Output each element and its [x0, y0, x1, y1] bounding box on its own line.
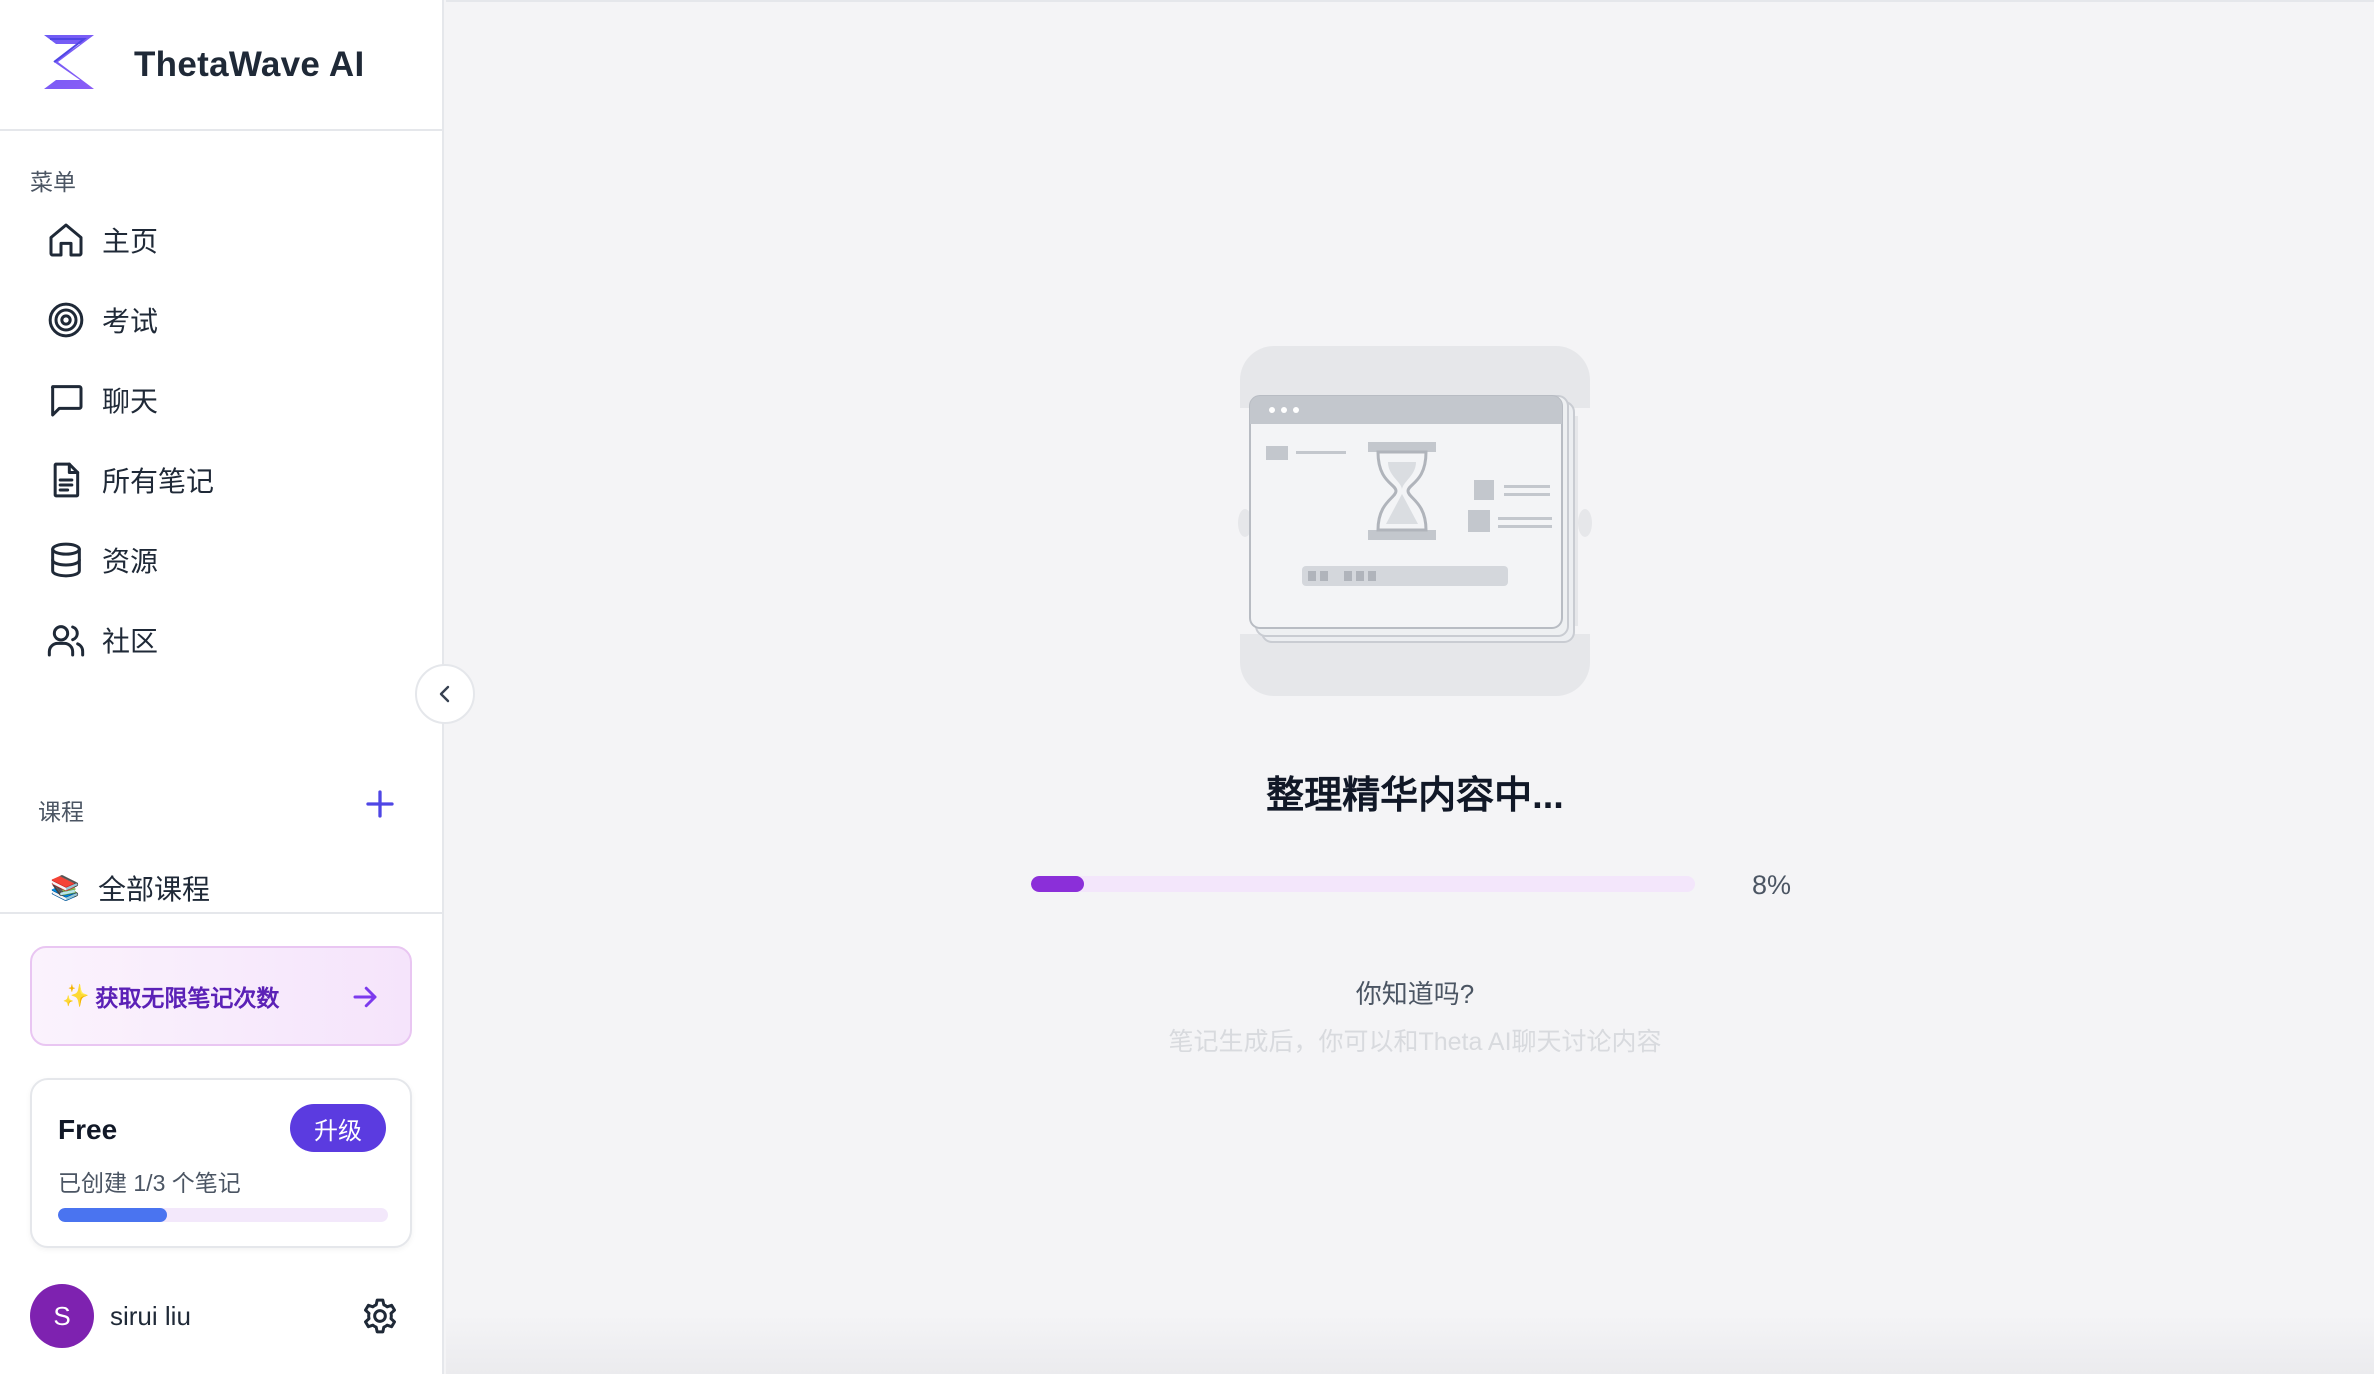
- sidebar-item-label: 资源: [102, 546, 159, 577]
- users-icon: [47, 625, 85, 657]
- sidebar-item-resources[interactable]: 资源: [26, 520, 416, 600]
- course-item-label: 全部课程: [98, 874, 211, 905]
- sidebar-item-label: 聊天: [102, 386, 159, 417]
- upgrade-button[interactable]: 升级: [290, 1104, 386, 1152]
- gear-icon: [364, 1298, 396, 1334]
- tip-text: 笔记生成后，你可以和Theta AI聊天讨论内容: [1168, 1028, 1662, 1056]
- sidebar-item-label: 主页: [102, 226, 159, 257]
- processing-illustration: [1238, 344, 1592, 698]
- sidebar-item-community[interactable]: 社区: [26, 600, 416, 680]
- thetawave-logo-icon[interactable]: [36, 29, 102, 100]
- sidebar-item-label: 社区: [102, 626, 159, 657]
- user-profile[interactable]: S sirui liu: [30, 1284, 400, 1348]
- brand-name: ThetaWave AI: [134, 44, 365, 84]
- books-icon: 📚: [50, 874, 80, 902]
- plan-usage-text: 已创建 1/3 个笔记: [58, 1170, 241, 1196]
- collapse-sidebar-button[interactable]: [415, 664, 475, 724]
- sidebar-divider: [0, 912, 442, 914]
- document-icon: [53, 462, 80, 498]
- promo-label: 获取无限笔记次数: [95, 985, 280, 1011]
- progress-bar: [1031, 876, 1695, 892]
- plus-icon: [366, 790, 394, 818]
- sidebar-item-exam[interactable]: 考试: [26, 280, 416, 360]
- tip-title: 你知道吗?: [1355, 979, 1475, 1009]
- sidebar-item-home[interactable]: 主页: [26, 200, 416, 280]
- courses-section-label: 课程: [38, 799, 84, 825]
- plan-usage-bar-fill: [58, 1208, 167, 1222]
- menu-section-label: 菜单: [30, 169, 76, 195]
- sidebar-item-label: 所有笔记: [102, 466, 215, 497]
- sidebar-item-label: 考试: [102, 306, 159, 337]
- add-course-button[interactable]: [362, 786, 398, 822]
- hourglass-document-icon: [1238, 346, 1592, 696]
- progress-percent: 8%: [1752, 870, 1792, 900]
- sidebar-item-all-notes[interactable]: 所有笔记: [26, 440, 416, 520]
- progress-bar-fill: [1031, 876, 1085, 892]
- target-icon: [48, 302, 84, 338]
- home-icon: [49, 223, 83, 257]
- sidebar-item-chat[interactable]: 聊天: [26, 360, 416, 440]
- arrow-right-icon: [350, 982, 380, 1012]
- chevron-left-icon: [439, 685, 450, 703]
- bottom-fade: [446, 1314, 2374, 1374]
- course-item-all[interactable]: 📚 全部课程: [50, 868, 210, 908]
- unlimited-notes-promo-button[interactable]: ✨ 获取无限笔记次数: [30, 946, 412, 1046]
- sidebar: ThetaWave AI 菜单 主页 考试 聊天 所有笔记 资源 社区 课程 📚…: [0, 0, 444, 1374]
- plan-card: Free 升级 已创建 1/3 个笔记: [30, 1078, 412, 1248]
- database-icon: [51, 542, 81, 578]
- status-title: 整理精华内容中...: [1266, 775, 1564, 817]
- user-name: sirui liu: [110, 1300, 191, 1331]
- sparkle-icon: ✨: [62, 983, 90, 1008]
- brand-header: ThetaWave AI: [0, 0, 442, 131]
- logo-mark: [44, 35, 94, 89]
- chat-icon: [50, 385, 83, 417]
- avatar[interactable]: S: [30, 1284, 94, 1348]
- settings-button[interactable]: [360, 1296, 400, 1336]
- main-nav: 主页 考试 聊天 所有笔记 资源 社区: [26, 200, 416, 680]
- plan-usage-bar: [58, 1208, 388, 1222]
- plan-name: Free: [58, 1114, 118, 1145]
